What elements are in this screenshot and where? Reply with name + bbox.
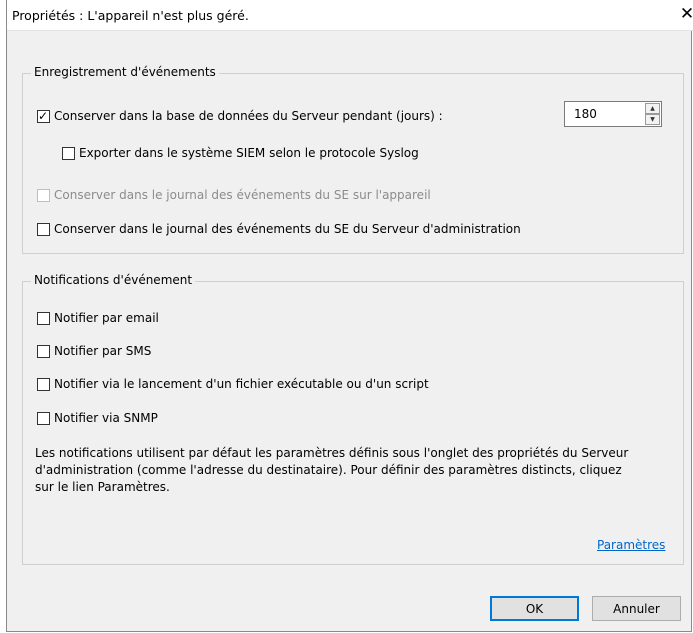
- event-notifications-caption: Notifications d'événement: [31, 273, 196, 287]
- notify-sms-checkbox[interactable]: [37, 344, 50, 358]
- cancel-button[interactable]: Annuler: [592, 596, 681, 621]
- notify-exec-option[interactable]: Notifier via le lancement d'un fichier e…: [37, 376, 429, 392]
- retention-days-spinner[interactable]: 180 ▲ ▼: [564, 101, 662, 127]
- export-siem-label: Exporter dans le système SIEM selon le p…: [79, 146, 419, 160]
- event-logging-caption: Enregistrement d'événements: [31, 65, 219, 79]
- notifications-info-text: Les notifications utilisent par défaut l…: [35, 445, 685, 496]
- retention-days-value[interactable]: 180: [574, 107, 597, 121]
- keep-in-db-label: Conserver dans la base de données du Ser…: [54, 109, 443, 123]
- keep-os-log-server-label[interactable]: Conserver dans le journal des événements…: [54, 222, 521, 236]
- keep-os-log-server-checkbox[interactable]: [37, 222, 50, 236]
- notify-email-checkbox[interactable]: [37, 311, 50, 325]
- keep-os-log-device-label: Conserver dans le journal des événements…: [54, 188, 431, 202]
- title-bar: Propriétés : L'appareil n'est plus géré.…: [7, 0, 693, 31]
- export-siem-option[interactable]: Exporter dans le système SIEM selon le p…: [62, 145, 419, 161]
- keep-os-log-device-checkbox: [37, 188, 50, 202]
- keep-os-log-device-option: Conserver dans le journal des événements…: [37, 187, 431, 203]
- notify-snmp-option[interactable]: Notifier via SNMP: [37, 410, 158, 426]
- keep-in-db-option[interactable]: ✓ Conserver dans la base de données du S…: [37, 108, 443, 124]
- notify-exec-label[interactable]: Notifier via le lancement d'un fichier e…: [54, 377, 429, 391]
- notify-snmp-label[interactable]: Notifier via SNMP: [54, 411, 158, 425]
- notify-snmp-checkbox[interactable]: [37, 411, 50, 425]
- ok-button[interactable]: OK: [490, 596, 579, 621]
- notify-email-label[interactable]: Notifier par email: [54, 311, 159, 325]
- spinner-buttons: ▲ ▼: [645, 103, 660, 125]
- info-line-3: sur le lien Paramètres.: [35, 480, 170, 494]
- checkmark-icon: ✓: [38, 108, 49, 123]
- ok-button-label: OK: [525, 601, 544, 616]
- info-line-1: Les notifications utilisent par défaut l…: [35, 446, 629, 460]
- spin-up-icon[interactable]: ▲: [645, 103, 660, 114]
- notify-email-option[interactable]: Notifier par email: [37, 310, 159, 326]
- export-siem-checkbox[interactable]: [62, 146, 75, 160]
- dialog-title: Propriétés : L'appareil n'est plus géré.: [12, 8, 249, 23]
- settings-link[interactable]: Paramètres: [597, 538, 665, 552]
- keep-os-log-server-option[interactable]: Conserver dans le journal des événements…: [37, 221, 521, 237]
- notify-sms-option[interactable]: Notifier par SMS: [37, 343, 151, 359]
- keep-in-db-checkbox[interactable]: ✓: [37, 108, 50, 123]
- properties-dialog: Propriétés : L'appareil n'est plus géré.…: [6, 0, 693, 632]
- notify-sms-label[interactable]: Notifier par SMS: [54, 344, 151, 358]
- cancel-button-label: Annuler: [613, 601, 660, 616]
- close-icon[interactable]: ✕: [679, 4, 693, 24]
- notify-exec-checkbox[interactable]: [37, 377, 50, 391]
- spin-down-icon[interactable]: ▼: [645, 114, 660, 125]
- info-line-2: d'administration (comme l'adresse du des…: [35, 463, 622, 477]
